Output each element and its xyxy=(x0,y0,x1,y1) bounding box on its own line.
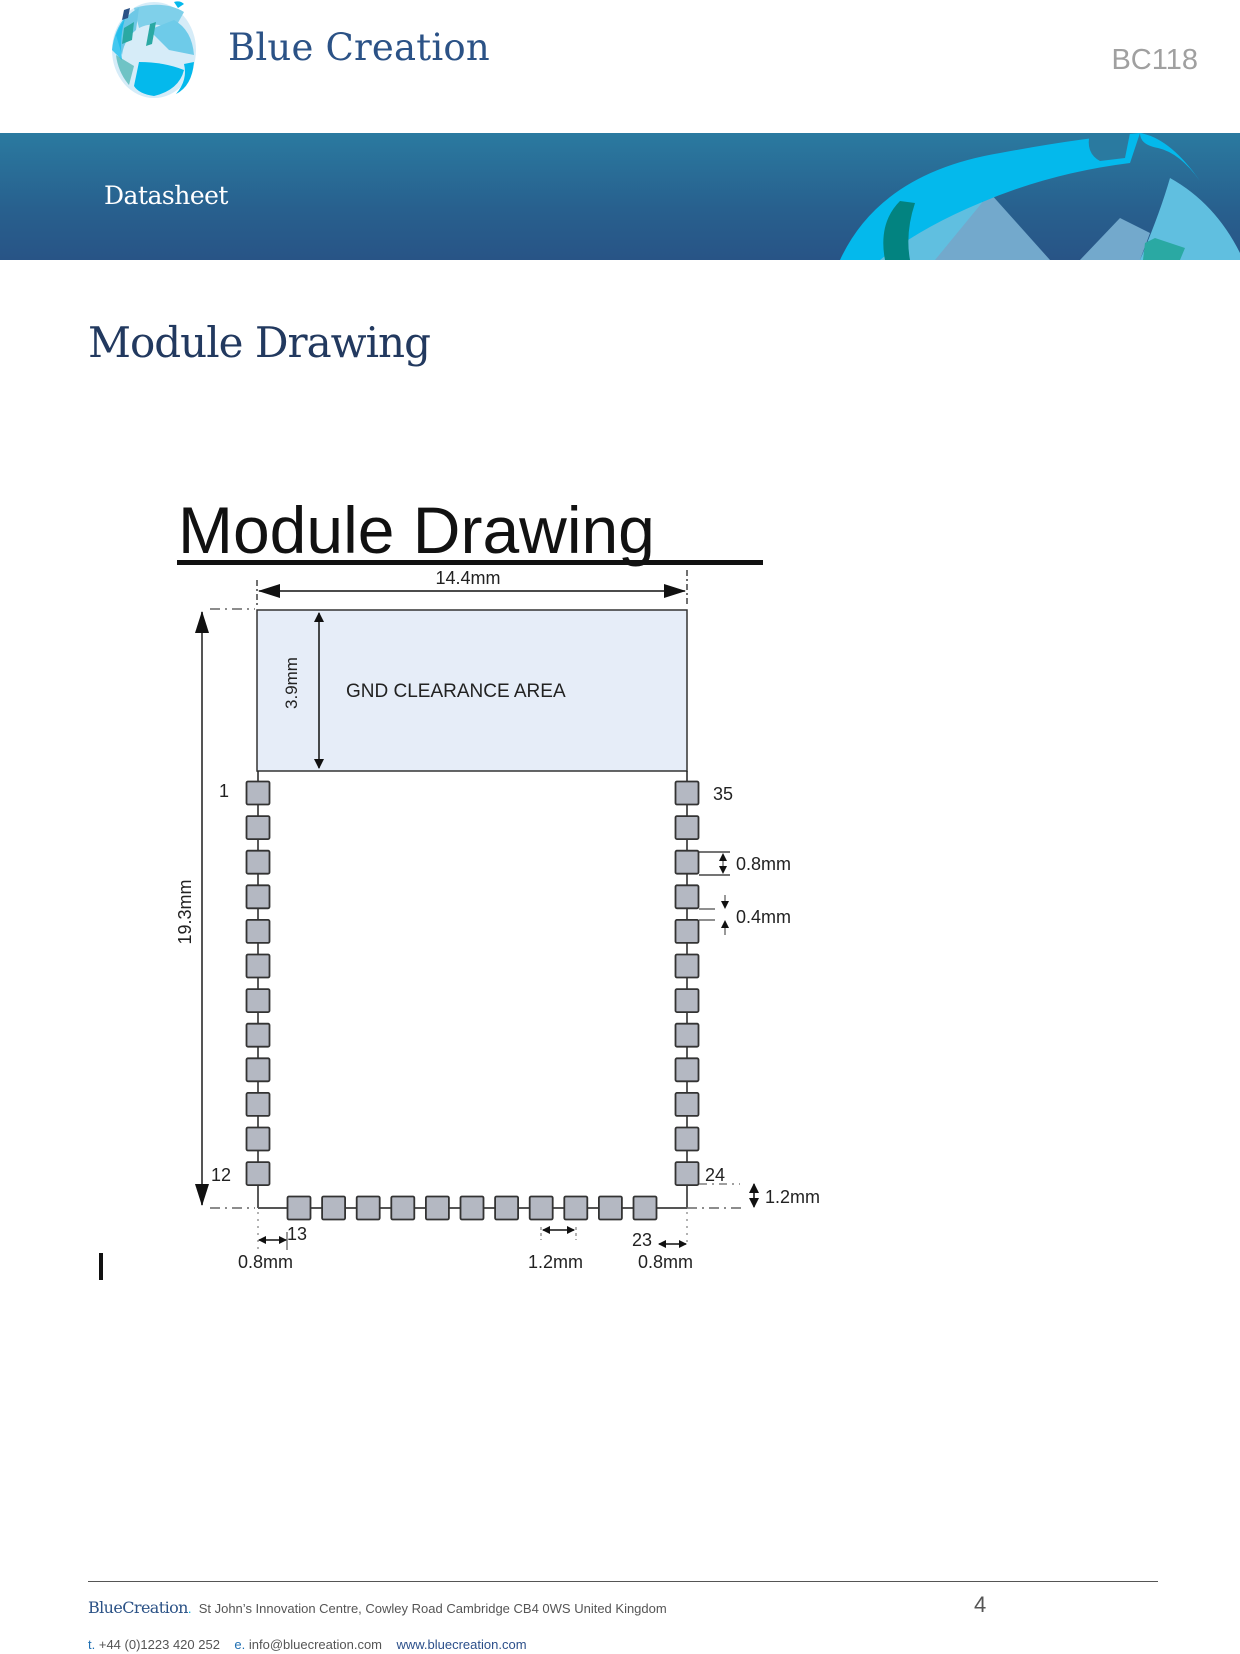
pin-pad-4 xyxy=(245,884,271,910)
pin-pad-17 xyxy=(424,1195,450,1221)
pin-pad-8 xyxy=(245,1022,271,1048)
gnd-area-label: GND CLEARANCE AREA xyxy=(346,681,566,702)
footer-phone: +44 (0)1223 420 252 xyxy=(98,1637,220,1652)
pin-pad-24 xyxy=(674,1161,700,1186)
pin-pad-12 xyxy=(245,1161,271,1186)
pin-pad-10 xyxy=(245,1092,271,1117)
pin-pad-22 xyxy=(598,1195,623,1221)
pin-pad-30 xyxy=(674,953,700,979)
pin-pad-26 xyxy=(674,1092,700,1117)
pin-pad-2 xyxy=(245,815,271,840)
footer-website-link[interactable]: www.bluecreation.com xyxy=(396,1637,526,1652)
height-label: 19.3mm xyxy=(175,879,195,944)
pin-pad-35 xyxy=(674,780,700,806)
pad-gap-label: 0.4mm xyxy=(736,907,791,927)
text-cursor-mark xyxy=(99,1253,103,1280)
footer-divider xyxy=(88,1581,1158,1582)
pin-pad-13 xyxy=(286,1195,312,1221)
pin-pad-16 xyxy=(390,1195,416,1221)
pin-pad-20 xyxy=(528,1195,554,1221)
pin-pad-21 xyxy=(563,1195,589,1221)
pin-label-24: 24 xyxy=(705,1165,725,1185)
pin-pad-14 xyxy=(321,1195,347,1221)
drawing-title: Module Drawing xyxy=(178,493,655,567)
gnd-height-label: 3.9mm xyxy=(282,657,301,709)
pin-pad-28 xyxy=(674,1022,700,1048)
pin-pad-19 xyxy=(494,1195,520,1221)
pin-pad-32 xyxy=(674,884,700,910)
footer-brand: BlueCreation xyxy=(88,1598,188,1617)
pad-length-label: 0.8mm xyxy=(736,854,791,874)
pin-pad-15 xyxy=(355,1195,381,1221)
pin-pad-25 xyxy=(674,1126,700,1152)
pin-label-12: 12 xyxy=(211,1165,231,1185)
pin-pad-5 xyxy=(245,919,271,944)
phone-key: t. xyxy=(88,1637,96,1652)
bottom-pin-row xyxy=(286,1195,658,1221)
width-label: 14.4mm xyxy=(435,568,500,588)
module-drawing: Module Drawing 14.4mm 3.9mm GND CLEARANC… xyxy=(175,493,820,1272)
pin-pad-7 xyxy=(245,988,271,1013)
pin-pad-29 xyxy=(674,988,700,1013)
left-edge-label: 0.8mm xyxy=(238,1252,293,1272)
pin-pad-34 xyxy=(674,815,700,840)
footer-contact-line: t. +44 (0)1223 420 252 e. info@bluecreat… xyxy=(88,1637,527,1652)
pin-pad-9 xyxy=(245,1057,271,1083)
footer-address-line: BlueCreation. St John’s Innovation Centr… xyxy=(88,1598,667,1617)
pin-pad-27 xyxy=(674,1057,700,1083)
pin-pad-3 xyxy=(245,849,271,875)
footer-email[interactable]: info@bluecreation.com xyxy=(249,1637,382,1652)
pin-pad-1 xyxy=(245,780,271,806)
pin-label-35: 35 xyxy=(713,784,733,804)
pin-pad-18 xyxy=(459,1195,485,1221)
drawing-title-underline xyxy=(177,560,763,565)
pin-pad-31 xyxy=(674,919,700,944)
right-edge-label: 0.8mm xyxy=(638,1252,693,1272)
pitch-label: 1.2mm xyxy=(528,1252,583,1272)
pin-pad-6 xyxy=(245,953,271,979)
pin-label-13: 13 xyxy=(287,1224,307,1244)
page-number: 4 xyxy=(974,1592,987,1617)
email-key: e. xyxy=(234,1637,246,1652)
pin-pad-33 xyxy=(674,849,700,875)
pin-pad-23 xyxy=(632,1195,658,1221)
bottom-offset-label: 1.2mm xyxy=(765,1187,820,1207)
pin-label-1: 1 xyxy=(219,781,229,801)
pin-pad-11 xyxy=(245,1126,271,1152)
footer-address: St John’s Innovation Centre, Cowley Road… xyxy=(198,1601,667,1616)
footer-brand-dot: . xyxy=(187,1601,192,1616)
pin-label-23: 23 xyxy=(632,1230,652,1250)
